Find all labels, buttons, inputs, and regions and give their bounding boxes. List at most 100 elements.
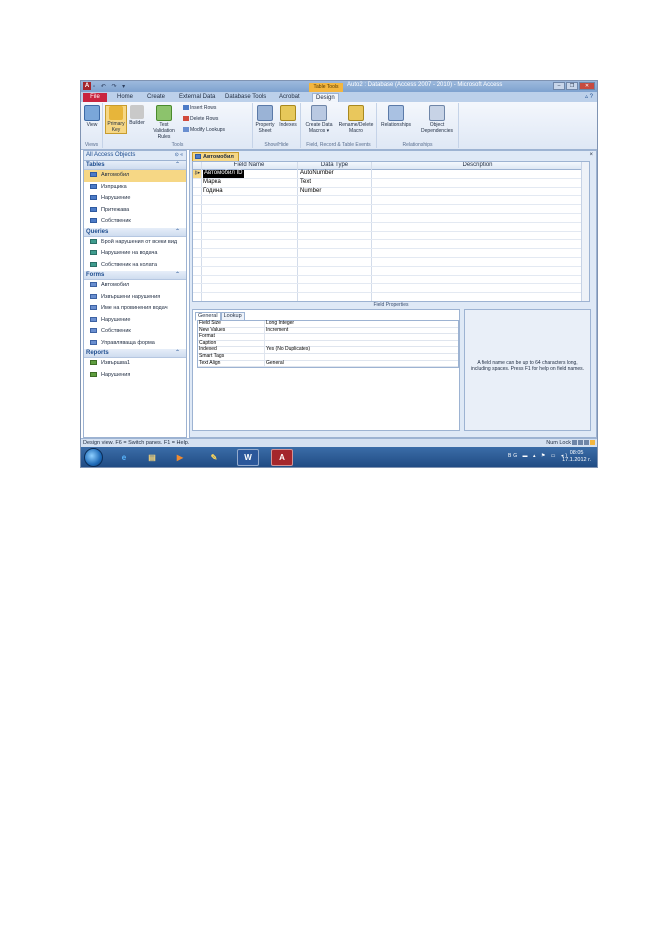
- column-header-field-name[interactable]: Field Name: [201, 162, 297, 169]
- nav-item-table[interactable]: Притежава: [84, 205, 186, 217]
- empty-row[interactable]: [193, 205, 583, 214]
- tab-database-tools[interactable]: Database Tools: [225, 93, 266, 102]
- word-app-icon[interactable]: W: [237, 449, 259, 466]
- nav-pane-title[interactable]: All Access Objects ⊙ «: [84, 151, 186, 161]
- property-row[interactable]: Indexed Yes (No Duplicates): [198, 347, 458, 354]
- empty-row[interactable]: [193, 249, 583, 258]
- query-icon: [90, 250, 97, 256]
- field-name-cell[interactable]: Автомобил ID: [203, 170, 244, 178]
- field-row[interactable]: ⚷▸ Автомобил ID AutoNumber: [193, 170, 583, 179]
- property-sheet-button[interactable]: Property Sheet: [254, 105, 276, 134]
- property-row[interactable]: Smart Tags: [198, 353, 458, 361]
- property-row[interactable]: New Values Increment: [198, 327, 458, 335]
- nav-item-report[interactable]: Извършва1: [84, 358, 186, 370]
- nav-group-forms[interactable]: Forms ⌃: [84, 271, 186, 280]
- taskbar-clock[interactable]: 08:05 17.1.2012 г.: [562, 450, 591, 464]
- minimize-icon[interactable]: –: [553, 82, 565, 90]
- delete-rows-button[interactable]: Delete Rows: [183, 116, 218, 122]
- nav-item-table[interactable]: Нарушение: [84, 193, 186, 205]
- internet-explorer-icon[interactable]: e: [113, 449, 135, 466]
- relationships-button[interactable]: Relationships: [379, 105, 413, 128]
- tab-acrobat[interactable]: Acrobat: [279, 93, 300, 102]
- nav-group-tables[interactable]: Tables ⌃: [84, 161, 186, 170]
- nav-group-label: Tables: [86, 162, 105, 168]
- property-row[interactable]: Text Align General: [198, 360, 458, 368]
- nav-item-query[interactable]: Брой нарушения от всеки вид: [84, 237, 186, 249]
- start-button-icon[interactable]: [84, 448, 103, 467]
- create-data-macros-button[interactable]: Create Data Macros ▾: [303, 105, 335, 134]
- nav-group-queries[interactable]: Queries ⌃: [84, 227, 186, 237]
- system-tray[interactable]: BG ▬ ▴ ⚑ ▭ ◂): [508, 453, 569, 459]
- column-header-data-type[interactable]: Data Type: [298, 162, 371, 169]
- nav-item-form[interactable]: Управляваща форма: [84, 338, 186, 350]
- indexes-button[interactable]: Indexes: [277, 105, 299, 128]
- datasheet-view-icon[interactable]: [572, 440, 577, 445]
- nav-collapse-icon[interactable]: ⊙ «: [175, 151, 183, 160]
- data-type-cell[interactable]: AutoNumber: [300, 170, 334, 178]
- primary-key-indicator-icon[interactable]: ⚷▸: [193, 170, 201, 178]
- nav-item-table[interactable]: Собственик: [84, 216, 186, 228]
- view-button[interactable]: View: [83, 105, 101, 128]
- chart-view-icon[interactable]: [584, 440, 589, 445]
- close-icon[interactable]: ✕: [579, 82, 595, 90]
- nav-item-form[interactable]: Извършени нарушения: [84, 292, 186, 304]
- tab-home[interactable]: Home: [117, 93, 133, 102]
- empty-row[interactable]: [193, 258, 583, 267]
- quick-access-toolbar[interactable]: ▫ ↶ ↷ ▾: [93, 83, 127, 90]
- rename-delete-macro-button[interactable]: Rename/Delete Macro: [337, 105, 375, 134]
- nav-item-form[interactable]: Нарушение: [84, 315, 186, 327]
- primary-key-button[interactable]: Primary Key: [105, 105, 127, 134]
- nav-item-query[interactable]: Нарушение на водача: [84, 248, 186, 260]
- nav-item-form[interactable]: Име на провинения водач: [84, 303, 186, 315]
- property-value[interactable]: General: [266, 360, 284, 367]
- nav-item-report[interactable]: Нарушения: [84, 370, 186, 382]
- nav-group-reports[interactable]: Reports ⌃: [84, 349, 186, 358]
- data-type-cell[interactable]: Number: [300, 188, 321, 196]
- design-view-icon[interactable]: [590, 440, 595, 445]
- pivot-view-icon[interactable]: [578, 440, 583, 445]
- help-icon[interactable]: ▵ ?: [585, 93, 593, 100]
- nav-item-form[interactable]: Автомобил: [84, 280, 186, 292]
- field-name-cell[interactable]: Година: [203, 188, 223, 196]
- builder-button[interactable]: Builder: [127, 105, 147, 126]
- empty-row[interactable]: [193, 276, 583, 285]
- field-row[interactable]: Година Number: [193, 188, 583, 197]
- tab-create[interactable]: Create: [147, 93, 165, 102]
- empty-row[interactable]: [193, 214, 583, 223]
- grid-scrollbar[interactable]: [581, 162, 589, 301]
- access-app-icon[interactable]: A: [83, 82, 91, 90]
- empty-row[interactable]: [193, 284, 583, 294]
- nav-item-table[interactable]: Изпрщика: [84, 182, 186, 194]
- object-dependencies-button[interactable]: Object Dependencies: [417, 105, 457, 134]
- tab-external-data[interactable]: External Data: [179, 93, 215, 102]
- nav-item-form[interactable]: Собственик: [84, 326, 186, 338]
- property-value[interactable]: Yes (No Duplicates): [266, 347, 310, 353]
- restore-icon[interactable]: ❐: [566, 82, 578, 90]
- tab-file[interactable]: File: [83, 93, 107, 102]
- nav-item-table[interactable]: Автомобил: [84, 170, 186, 182]
- property-value[interactable]: Long Integer: [266, 320, 294, 327]
- property-row[interactable]: Format: [198, 334, 458, 341]
- field-row[interactable]: Марка Text: [193, 179, 583, 188]
- property-row[interactable]: Field Size Long Integer: [198, 320, 458, 328]
- empty-row[interactable]: [193, 196, 583, 206]
- file-explorer-icon[interactable]: ▤: [141, 449, 163, 466]
- media-player-icon[interactable]: ▶: [169, 449, 191, 466]
- close-document-icon[interactable]: ×: [589, 152, 593, 158]
- insert-rows-button[interactable]: Insert Rows: [183, 105, 216, 111]
- modify-lookups-button[interactable]: Modify Lookups: [183, 127, 225, 133]
- access-taskbar-icon[interactable]: A: [271, 449, 293, 466]
- empty-row[interactable]: [193, 223, 583, 232]
- field-name-cell[interactable]: Марка: [203, 179, 221, 187]
- property-value[interactable]: Increment: [266, 327, 288, 334]
- nav-item-label: Притежава: [101, 206, 130, 213]
- empty-row[interactable]: [193, 267, 583, 276]
- property-row[interactable]: Caption: [198, 340, 458, 348]
- test-validation-rules-button[interactable]: Test Validation Rules: [149, 105, 179, 140]
- empty-row[interactable]: [193, 232, 583, 241]
- column-header-description[interactable]: Description: [372, 162, 583, 169]
- data-type-cell[interactable]: Text: [300, 179, 311, 187]
- nav-item-query[interactable]: Собственик на колата: [84, 260, 186, 272]
- empty-row[interactable]: [193, 240, 583, 250]
- paint-app-icon[interactable]: ✎: [203, 449, 225, 466]
